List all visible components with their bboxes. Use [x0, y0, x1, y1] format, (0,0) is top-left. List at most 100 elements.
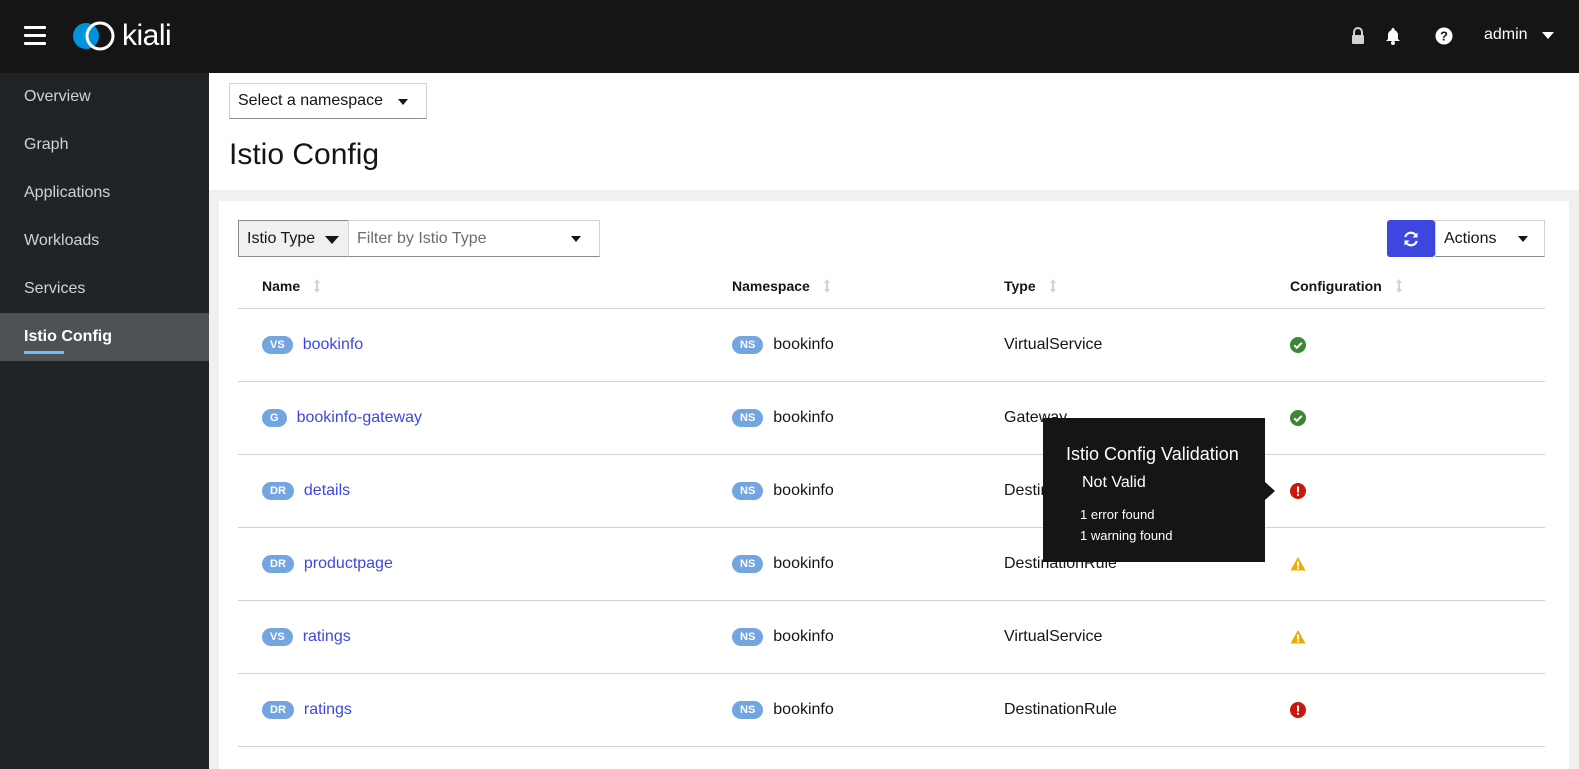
namespace-select[interactable]: Select a namespace — [229, 83, 427, 119]
tooltip-warning-count: 1 warning found — [1080, 528, 1173, 543]
table-row: DR productpage NS bookinfo DestinationRu… — [238, 528, 1545, 601]
type-badge: G — [262, 409, 287, 427]
namespace-badge: NS — [732, 555, 764, 573]
type-badge: DR — [262, 482, 294, 500]
caret-down-icon — [1518, 236, 1528, 242]
refresh-button[interactable] — [1387, 220, 1435, 257]
type-badge: VS — [262, 628, 293, 646]
tooltip-error-count: 1 error found — [1080, 507, 1155, 522]
table-row: DR details NS bookinfo DestinationRule — [238, 455, 1545, 528]
type-cell: VirtualService — [1004, 628, 1103, 645]
config-name-link[interactable]: ratings — [304, 701, 352, 719]
caret-down-icon — [325, 236, 339, 244]
menu-icon[interactable] — [24, 26, 46, 46]
exclamation-circle-icon[interactable] — [1290, 483, 1306, 499]
warning-triangle-icon[interactable] — [1290, 629, 1306, 645]
lock-icon[interactable] — [1348, 26, 1368, 46]
sidebar-item-overview[interactable]: Overview — [0, 73, 209, 121]
type-cell: VirtualService — [1004, 336, 1103, 353]
config-name-link[interactable]: ratings — [303, 628, 351, 646]
validation-tooltip: Istio Config Validation Not Valid 1 erro… — [1043, 418, 1275, 562]
namespace-value: bookinfo — [773, 628, 834, 645]
name-cell: VS bookinfo — [262, 309, 363, 381]
table-row: VS bookinfo NS bookinfo VirtualService — [238, 309, 1545, 382]
type-badge: VS — [262, 336, 293, 354]
namespace-badge: NS — [732, 701, 764, 719]
namespace-value: bookinfo — [773, 701, 834, 718]
config-name-link[interactable]: bookinfo — [303, 336, 364, 354]
namespace-value: bookinfo — [773, 555, 834, 572]
namespace-badge: NS — [732, 336, 764, 354]
config-name-link[interactable]: details — [304, 482, 350, 500]
actions-dropdown[interactable]: Actions — [1435, 220, 1545, 257]
column-header-namespace[interactable]: Namespace — [732, 263, 832, 309]
tooltip-status: Not Valid — [1082, 474, 1146, 491]
help-icon[interactable]: ? — [1434, 26, 1454, 46]
kiali-logo-icon — [73, 21, 115, 51]
name-cell: DR ratings — [262, 674, 352, 746]
istio-config-card: Istio Type Filter by Istio Type Actions … — [219, 201, 1569, 769]
configuration-cell — [1290, 601, 1306, 673]
sidebar-item-istio-config[interactable]: Istio Config — [0, 313, 209, 361]
exclamation-circle-icon[interactable] — [1290, 702, 1306, 718]
namespace-value: bookinfo — [773, 336, 834, 353]
table-row: VS ratings NS bookinfo VirtualService — [238, 601, 1545, 674]
chevron-down-icon — [1541, 31, 1554, 39]
name-cell: DR details — [262, 455, 350, 527]
actions-label: Actions — [1444, 229, 1497, 247]
refresh-icon — [1404, 231, 1418, 246]
check-circle-icon[interactable] — [1290, 410, 1306, 426]
configuration-cell — [1290, 309, 1306, 381]
filter-type-label: Istio Type — [247, 229, 316, 247]
filter-type-select[interactable]: Istio Type — [238, 220, 349, 257]
column-label: Namespace — [732, 278, 810, 294]
namespace-badge: NS — [732, 628, 764, 646]
table-header: Name Namespace Type Configuration — [238, 263, 1545, 309]
sidebar-item-workloads[interactable]: Workloads — [0, 217, 209, 265]
warning-triangle-icon[interactable] — [1290, 556, 1306, 572]
namespace-cell: NS bookinfo — [732, 455, 834, 527]
check-circle-icon[interactable] — [1290, 337, 1306, 353]
caret-down-icon — [398, 99, 408, 105]
sidebar-item-applications[interactable]: Applications — [0, 169, 209, 217]
column-label: Type — [1004, 278, 1036, 294]
namespace-cell: NS bookinfo — [732, 674, 834, 746]
bell-icon[interactable] — [1383, 26, 1403, 46]
type-cell: DestinationRule — [1004, 701, 1117, 718]
sidebar-item-services[interactable]: Services — [0, 265, 209, 313]
column-header-type[interactable]: Type — [1004, 263, 1058, 309]
column-header-name[interactable]: Name — [262, 263, 322, 309]
namespace-badge: NS — [732, 482, 764, 500]
tooltip-title: Istio Config Validation — [1066, 444, 1239, 464]
namespace-cell: NS bookinfo — [732, 309, 834, 381]
name-cell: VS ratings — [262, 601, 351, 673]
column-label: Name — [262, 278, 301, 294]
type-badge: DR — [262, 555, 294, 573]
namespace-badge: NS — [732, 409, 764, 427]
page-header: Select a namespace Istio Config — [209, 73, 1579, 190]
user-menu[interactable]: admin — [1484, 26, 1554, 44]
filter-value-select[interactable]: Filter by Istio Type — [348, 220, 600, 257]
namespace-select-label: Select a namespace — [238, 92, 383, 109]
configuration-cell — [1290, 528, 1306, 600]
type-badge: DR — [262, 701, 294, 719]
name-cell: G bookinfo-gateway — [262, 382, 422, 454]
configuration-cell — [1290, 674, 1306, 746]
name-cell: DR productpage — [262, 528, 393, 600]
config-name-link[interactable]: productpage — [304, 555, 393, 573]
column-header-configuration[interactable]: Configuration — [1290, 263, 1404, 309]
namespace-value: bookinfo — [773, 482, 834, 499]
caret-down-icon — [571, 236, 581, 242]
namespace-cell: NS bookinfo — [732, 382, 834, 454]
sidebar: Overview Graph Applications Workloads Se… — [0, 73, 209, 769]
svg-text:?: ? — [1440, 29, 1448, 44]
kiali-logo[interactable]: kiali — [72, 20, 172, 52]
configuration-cell — [1290, 455, 1306, 527]
config-name-link[interactable]: bookinfo-gateway — [297, 409, 422, 427]
sort-icon — [314, 279, 321, 293]
sidebar-item-graph[interactable]: Graph — [0, 121, 209, 169]
namespace-value: bookinfo — [773, 409, 834, 426]
sort-icon — [1395, 279, 1402, 293]
configuration-cell — [1290, 382, 1306, 454]
page-title: Istio Config — [229, 138, 380, 171]
